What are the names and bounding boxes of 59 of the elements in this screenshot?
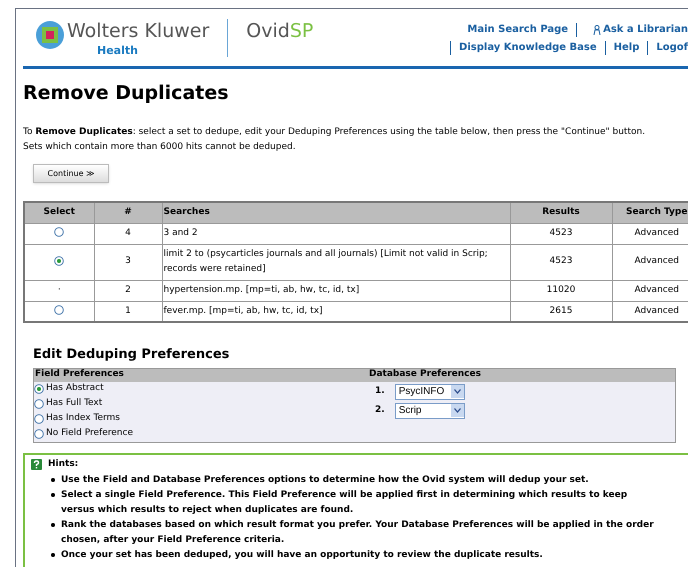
table-cell: 4523 bbox=[510, 244, 612, 280]
table-cell: limit 2 to (psycarticles journals and all journals) [Limit not valid in Scrip; records were retained] bbox=[162, 244, 510, 280]
table-cell: fever.mp. [mp=ti, ab, hw, tc, id, tx] bbox=[162, 301, 510, 322]
table-cell: 3 and 2 bbox=[162, 223, 510, 244]
option-label: Has Full Text bbox=[46, 397, 102, 410]
table-cell: 4 bbox=[94, 223, 162, 244]
bullet-icon bbox=[51, 478, 55, 482]
brand-name: Wolters Kluwer bbox=[67, 19, 210, 43]
column-header: # bbox=[94, 202, 162, 223]
bullet-icon bbox=[51, 553, 55, 557]
hints-title: Hints: bbox=[48, 458, 78, 470]
database-select[interactable]: Scrip bbox=[394, 402, 465, 418]
column-header: Database Preferences bbox=[369, 368, 481, 382]
radio-button[interactable] bbox=[54, 227, 64, 238]
table-cell: hypertension.mp. [mp=ti, ab, hw, tc, id, tx] bbox=[162, 280, 510, 301]
help-icon bbox=[31, 458, 42, 470]
person-icon bbox=[593, 24, 602, 34]
column-header: Results bbox=[510, 202, 612, 223]
table-cell: 3 bbox=[94, 244, 162, 280]
radio-button[interactable] bbox=[34, 384, 44, 394]
radio-button[interactable] bbox=[34, 429, 44, 439]
bullet-icon bbox=[51, 523, 55, 527]
rank-number: 1. bbox=[375, 384, 385, 398]
hint-text: Rank the databases based on which result format you prefer. Your Database Preferences will be applied in the order chosen, after your Field Preference criteria. bbox=[61, 519, 655, 547]
column-header: Searches bbox=[162, 202, 510, 223]
header-link[interactable]: Display Knowledge Base bbox=[459, 40, 597, 55]
option-label: Has Abstract bbox=[46, 382, 104, 396]
header-link[interactable]: Help bbox=[614, 40, 640, 55]
table-cell: 4523 bbox=[510, 223, 612, 244]
hint-text: Select a single Field Preference. This Field Preference will be applied first in determining which results to keep versus which results to reject when duplicates are found. bbox=[61, 489, 628, 517]
column-header: Field Preferences bbox=[34, 368, 125, 382]
hint-text: Use the Field and Database Preferences options to determine how the Ovid system will dedup your set. bbox=[61, 474, 590, 487]
column-header: Select bbox=[24, 202, 94, 223]
chevron-down-icon bbox=[454, 408, 461, 413]
radio-button[interactable] bbox=[54, 256, 64, 266]
bullet-icon bbox=[51, 493, 55, 497]
row-marker: · bbox=[58, 284, 61, 295]
division-name: Health bbox=[97, 43, 139, 59]
continue-button[interactable]: Continue ≫ bbox=[33, 164, 109, 183]
header-link[interactable]: Ask a Librarian bbox=[603, 22, 688, 37]
intro-text: To Remove Duplicates: select a set to dedupe, edit your Deduping Preferences using the table below, then press the "Continue" button. bbox=[23, 126, 646, 139]
radio-button[interactable] bbox=[34, 399, 44, 409]
database-select[interactable]: PsycINFO bbox=[394, 384, 465, 400]
chevron-down-icon bbox=[454, 389, 461, 394]
option-label: Has Index Terms bbox=[46, 412, 120, 426]
header-link[interactable]: Main Search Page bbox=[467, 22, 568, 37]
radio-button[interactable] bbox=[54, 305, 64, 316]
limit-note: Sets which contain more than 6000 hits cannot be deduped. bbox=[23, 141, 297, 154]
hint-text: Once your set has been deduped, you will have an opportunity to review the duplicate results. bbox=[61, 549, 544, 562]
section-heading: Edit Deduping Preferences bbox=[33, 346, 230, 364]
table-cell: 11020 bbox=[510, 280, 612, 301]
radio-button[interactable] bbox=[34, 414, 44, 424]
page-title: Remove Duplicates bbox=[23, 80, 230, 106]
option-label: No Field Preference bbox=[46, 427, 133, 440]
globe-logo-icon bbox=[35, 20, 65, 50]
header-link[interactable]: Logof bbox=[656, 40, 688, 55]
table-cell: 2 bbox=[94, 280, 162, 301]
rank-number: 2. bbox=[375, 404, 385, 417]
product-name: OvidSP bbox=[246, 19, 314, 43]
